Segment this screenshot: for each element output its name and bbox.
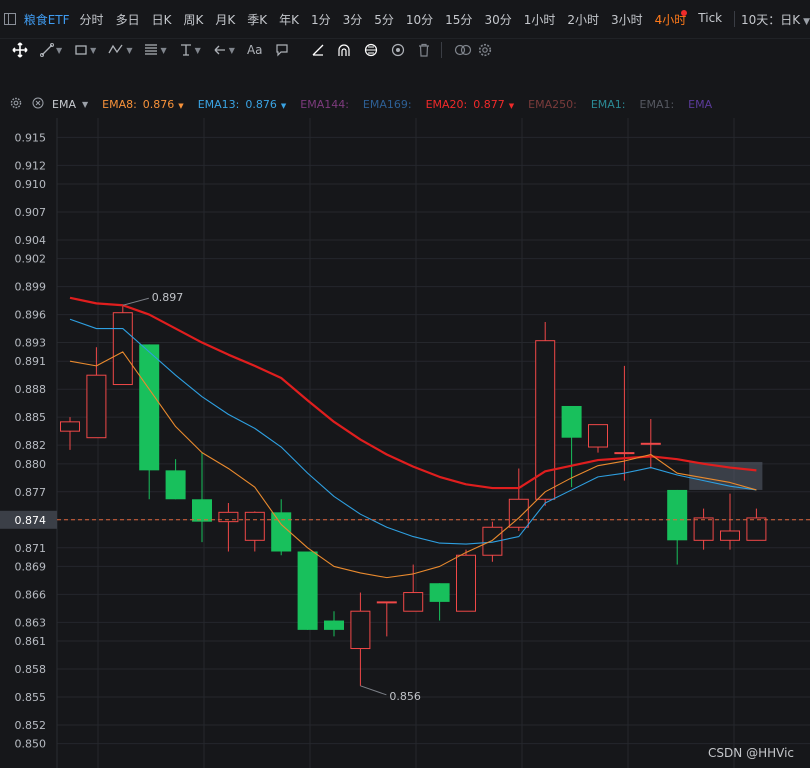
max-price-label: 0.897 <box>152 291 184 304</box>
y-tick-label: 0.866 <box>15 588 47 601</box>
y-tick-label: 0.902 <box>15 253 47 266</box>
candle-body <box>192 499 212 522</box>
y-tick-label: 0.880 <box>15 458 47 471</box>
legend-label: EMA8: <box>102 97 137 111</box>
legend-label: EMA20: <box>425 97 468 111</box>
ema-line-ema13 <box>69 318 757 545</box>
legend-label: EMA13: <box>197 97 240 111</box>
min-leader-line <box>360 685 387 696</box>
candle-body <box>271 512 292 552</box>
y-tick-label: 0.915 <box>15 131 47 144</box>
y-tick-label: 0.907 <box>15 206 47 219</box>
candle-body <box>139 344 160 471</box>
legend-label: EMA <box>688 97 713 111</box>
candle-body <box>376 601 397 604</box>
candle-body <box>693 517 714 541</box>
y-tick-label: 0.877 <box>15 486 47 499</box>
legend-value: 0.877 <box>473 97 505 111</box>
close-icon[interactable] <box>32 97 44 112</box>
legend-label: EMA1: <box>590 97 626 111</box>
legend-item[interactable]: EMA <box>688 98 712 111</box>
candle-body <box>165 470 186 500</box>
y-tick-label: 0.899 <box>15 281 47 294</box>
candle-body <box>403 592 424 612</box>
candle-body <box>588 424 608 448</box>
y-tick-label: 0.863 <box>15 616 47 629</box>
y-tick-label: 0.888 <box>15 383 47 396</box>
legend-item[interactable]: EMA1: <box>591 98 626 111</box>
legend-label: EMA250: <box>528 97 577 111</box>
legend-value: 0.876 <box>245 97 277 111</box>
candle-body <box>614 452 635 455</box>
min-price-label: 0.856 <box>389 690 421 703</box>
legend-items: EMA8: 0.876 ▼ EMA13: 0.876 ▼ EMA144: EMA169: EMA… <box>88 98 712 111</box>
legend-item[interactable]: EMA20: 0.877 ▼ <box>426 98 515 111</box>
y-tick-label: 0.882 <box>15 439 47 452</box>
legend-item[interactable]: EMA169: <box>363 98 412 111</box>
legend-item[interactable]: EMA144: <box>300 98 349 111</box>
caret-down-icon: ▼ <box>508 101 515 110</box>
candle-body <box>60 421 80 432</box>
legend-label: EMA1: <box>639 97 675 111</box>
legend-item[interactable]: EMA8: 0.876 ▼ <box>102 98 184 111</box>
candle-body <box>86 374 107 439</box>
candle-body <box>746 517 767 541</box>
candlestick-chart[interactable]: 0.915 0.912 0.910 0.907 0.904 0.902 0.899 0.896… <box>0 0 810 768</box>
legend-value: 0.876 <box>142 97 175 111</box>
candle-body <box>720 530 740 541</box>
ema-line-ema20 <box>69 296 757 490</box>
price-tag-label: 0.874 <box>15 514 47 527</box>
candle-body <box>640 442 661 445</box>
max-leader-line <box>122 297 149 306</box>
y-tick-label: 0.852 <box>15 719 47 732</box>
y-tick-label: 0.910 <box>15 178 47 191</box>
y-tick-label: 0.850 <box>15 738 47 751</box>
watermark: CSDN @HHVic <box>708 746 794 760</box>
y-tick-label: 0.891 <box>15 355 47 368</box>
candle-body <box>456 554 476 612</box>
settings-icon[interactable] <box>10 97 22 112</box>
ema-line-ema8 <box>69 351 757 579</box>
candle-body <box>561 405 582 438</box>
y-tick-label: 0.885 <box>15 411 47 424</box>
y-tick-label: 0.869 <box>15 560 47 573</box>
legend-item[interactable]: EMA13: 0.876 ▼ <box>198 98 287 111</box>
legend-label: EMA169: <box>362 97 412 111</box>
candle-body <box>112 312 133 386</box>
candle-body <box>244 511 265 541</box>
candle-body <box>667 489 688 541</box>
y-tick-label: 0.912 <box>15 159 47 172</box>
indicator-name[interactable]: EMA <box>52 98 76 111</box>
y-tick-label: 0.896 <box>15 309 47 322</box>
y-tick-label: 0.858 <box>15 663 47 676</box>
legend-label: EMA144: <box>300 97 349 111</box>
y-tick-label: 0.861 <box>15 635 47 648</box>
legend-item[interactable]: EMA250: <box>528 98 577 111</box>
candle-body <box>324 620 344 630</box>
indicator-legend: EMA ▼ EMA8: 0.876 ▼ EMA13: 0.876 ▼ EMA144: EMA1… <box>0 94 810 114</box>
candle-body <box>350 610 371 650</box>
caret-down-icon: ▼ <box>178 101 184 110</box>
y-tick-label: 0.893 <box>15 337 47 350</box>
caret-down-icon: ▼ <box>280 101 287 110</box>
y-tick-label: 0.871 <box>15 542 47 555</box>
y-tick-label: 0.904 <box>15 234 47 247</box>
legend-item[interactable]: EMA1: <box>640 98 675 111</box>
y-tick-label: 0.855 <box>15 691 47 704</box>
candle-body <box>297 551 318 630</box>
candle-body <box>429 583 450 602</box>
